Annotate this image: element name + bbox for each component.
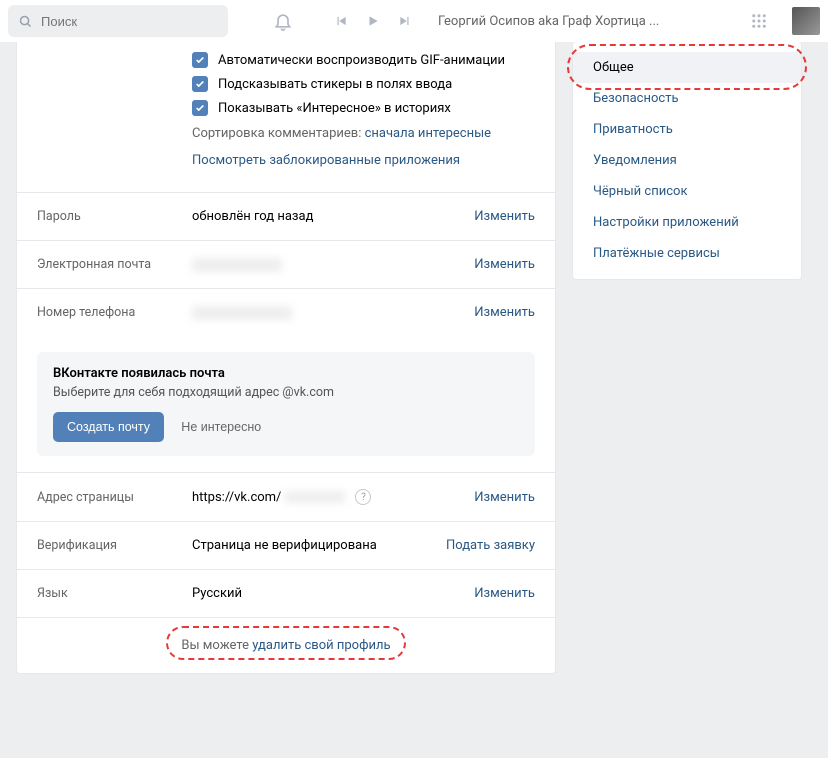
sidebar-item-app-settings[interactable]: Настройки приложений	[573, 207, 801, 238]
change-phone-link[interactable]: Изменить	[474, 305, 535, 320]
sidebar-item-blacklist[interactable]: Чёрный список	[573, 176, 801, 207]
row-verification: Верификация Страница не верифицирована П…	[17, 521, 555, 569]
row-language: Язык Русский Изменить	[17, 569, 555, 617]
change-password-link[interactable]: Изменить	[474, 209, 535, 224]
sidebar-item-security[interactable]: Безопасность	[573, 83, 801, 114]
submit-verification-link[interactable]: Подать заявку	[446, 538, 535, 553]
checkbox-label: Автоматически воспроизводить GIF-анимаци…	[218, 53, 505, 68]
address-prefix: https://vk.com/	[192, 490, 281, 505]
row-value	[192, 258, 474, 272]
change-email-link[interactable]: Изменить	[474, 257, 535, 272]
row-label: Язык	[37, 586, 192, 601]
settings-sidebar: Общее Безопасность Приватность Уведомлен…	[572, 42, 802, 280]
row-value: обновлён год назад	[192, 209, 474, 224]
row-phone: Номер телефона Изменить	[17, 288, 555, 336]
row-password: Пароль обновлён год назад Изменить	[17, 192, 555, 240]
checkbox-stories-row[interactable]: Показывать «Интересное» в историях	[37, 96, 535, 120]
row-value: Русский	[192, 586, 474, 601]
next-track-icon[interactable]	[392, 8, 418, 34]
topbar: Георгий Осипов aka Граф Хортица ...	[0, 0, 828, 42]
checkbox-label: Показывать «Интересное» в историях	[218, 101, 451, 116]
checkbox-checked-icon	[192, 52, 208, 68]
row-address: Адрес страницы https://vk.com/ ? Изменит…	[17, 472, 555, 521]
sort-label: Сортировка комментариев:	[192, 126, 365, 141]
search-box[interactable]	[8, 5, 228, 37]
notifications-icon[interactable]	[270, 8, 296, 34]
play-icon[interactable]	[360, 8, 386, 34]
prev-track-icon[interactable]	[328, 8, 354, 34]
mail-promo: ВКонтакте появилась почта Выберите для с…	[37, 352, 535, 456]
mail-promo-desc: Выберите для себя подходящий адрес @vk.c…	[53, 385, 519, 400]
search-icon	[18, 14, 33, 29]
checkbox-gif-row[interactable]: Автоматически воспроизводить GIF-анимаци…	[37, 48, 535, 72]
footer-prefix: Вы можете	[181, 638, 252, 653]
row-label: Пароль	[37, 209, 192, 224]
row-label: Электронная почта	[37, 257, 192, 272]
help-icon[interactable]: ?	[355, 489, 371, 505]
search-input[interactable]	[41, 14, 218, 29]
checkbox-checked-icon	[192, 100, 208, 116]
mail-promo-title: ВКонтакте появилась почта	[53, 366, 519, 381]
create-mail-button[interactable]: Создать почту	[53, 412, 164, 442]
comment-sort: Сортировка комментариев: сначала интерес…	[37, 120, 535, 147]
sidebar-item-privacy[interactable]: Приватность	[573, 114, 801, 145]
checkbox-stickers-row[interactable]: Подсказывать стикеры в полях ввода	[37, 72, 535, 96]
checkbox-checked-icon	[192, 76, 208, 92]
dismiss-mail-button[interactable]: Не интересно	[167, 412, 275, 442]
row-label: Номер телефона	[37, 305, 192, 320]
row-value: Страница не верифицирована	[192, 538, 446, 553]
settings-main: Автоматически воспроизводить GIF-анимаци…	[16, 42, 556, 674]
sort-value-link[interactable]: сначала интересные	[365, 126, 491, 141]
sidebar-item-payments[interactable]: Платёжные сервисы	[573, 238, 801, 269]
delete-profile-footer: Вы можете удалить свой профиль	[17, 617, 555, 673]
change-language-link[interactable]: Изменить	[474, 586, 535, 601]
delete-profile-link[interactable]: удалить свой профиль	[252, 638, 390, 653]
row-value: https://vk.com/ ?	[192, 489, 474, 505]
row-value	[192, 306, 474, 320]
services-grid-icon[interactable]	[746, 8, 772, 34]
sidebar-item-general[interactable]: Общее	[573, 52, 801, 83]
checkbox-label: Подсказывать стикеры в полях ввода	[218, 77, 452, 92]
avatar[interactable]	[792, 7, 820, 35]
change-address-link[interactable]: Изменить	[474, 490, 535, 505]
track-title[interactable]: Георгий Осипов aka Граф Хортица ...	[438, 14, 688, 29]
blocked-apps-link[interactable]: Посмотреть заблокированные приложения	[192, 153, 460, 168]
row-email: Электронная почта Изменить	[17, 240, 555, 288]
row-label: Верификация	[37, 538, 192, 553]
row-label: Адрес страницы	[37, 490, 192, 505]
sidebar-item-notifications[interactable]: Уведомления	[573, 145, 801, 176]
player-controls	[328, 8, 418, 34]
